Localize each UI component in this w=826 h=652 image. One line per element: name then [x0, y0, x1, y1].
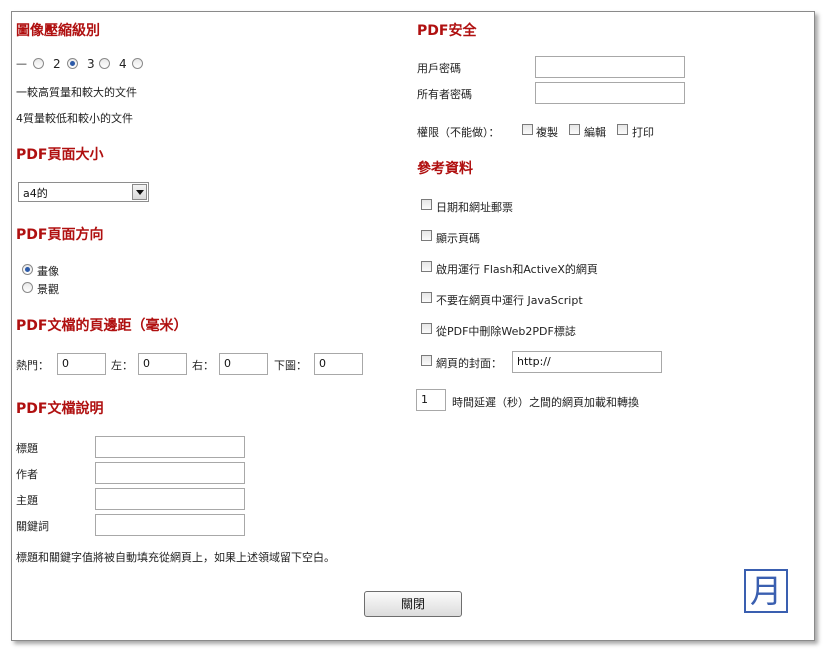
compression-note-high: 一較高質量和較大的文件: [16, 86, 137, 99]
compression-radio-1[interactable]: [33, 58, 44, 69]
compression-radio-2[interactable]: [67, 58, 78, 69]
stamp-checkbox[interactable]: [421, 199, 432, 210]
security-heading: PDF安全: [417, 23, 477, 39]
permission-edit-checkbox[interactable]: [569, 124, 580, 135]
compression-level-4-label: 4: [119, 57, 127, 71]
page-size-heading: PDF頁面大小: [16, 147, 104, 163]
margin-left-label: 左：: [111, 359, 133, 372]
page-size-select[interactable]: a4的: [18, 182, 149, 202]
web2pdf-logo: 月: [744, 569, 788, 613]
delay-label: 時間延遲（秒）之間的網頁加載和轉換: [452, 396, 639, 409]
cover-page-label: 網頁的封面：: [436, 357, 502, 370]
permission-edit-label: 編輯: [584, 126, 606, 139]
javascript-label: 不要在網頁中運行 JavaScript: [436, 294, 583, 307]
margin-top-input[interactable]: 0: [57, 353, 106, 375]
user-password-label: 用戶密碼: [417, 62, 461, 75]
title-field-label: 標題: [16, 442, 38, 455]
keywords-input[interactable]: [95, 514, 245, 536]
javascript-checkbox[interactable]: [421, 292, 432, 303]
close-button[interactable]: 關閉: [364, 591, 462, 617]
orientation-radio-landscape[interactable]: [22, 282, 33, 293]
margin-bottom-input[interactable]: 0: [314, 353, 363, 375]
permission-print-label: 打印: [632, 126, 654, 139]
cover-page-url-input[interactable]: http://: [512, 351, 662, 373]
orientation-landscape-label: 景觀: [37, 283, 59, 296]
subject-input[interactable]: [95, 488, 245, 510]
orientation-portrait-label: 畫像: [37, 265, 59, 278]
page-numbers-label: 顯示頁碼: [436, 232, 480, 245]
user-password-input[interactable]: [535, 56, 685, 78]
chevron-down-icon[interactable]: [132, 184, 147, 200]
margin-top-label: 熱門：: [16, 359, 49, 372]
compression-note-low: 4質量較低和較小的文件: [16, 112, 133, 125]
permission-copy-label: 複製: [536, 126, 558, 139]
compression-heading: 圖像壓縮級別: [16, 23, 100, 39]
remove-logo-checkbox[interactable]: [421, 323, 432, 334]
keywords-field-label: 關鍵詞: [16, 520, 49, 533]
margins-heading: PDF文檔的頁邊距（毫米）: [16, 318, 188, 334]
permission-copy-checkbox[interactable]: [522, 124, 533, 135]
compression-radio-3[interactable]: [99, 58, 110, 69]
delay-input[interactable]: 1: [416, 389, 446, 411]
compression-dash: —: [16, 57, 27, 70]
references-heading: 參考資料: [417, 161, 473, 177]
author-field-label: 作者: [16, 468, 38, 481]
flash-checkbox[interactable]: [421, 261, 432, 272]
margin-right-label: 右：: [192, 359, 214, 372]
author-input[interactable]: [95, 462, 245, 484]
stamp-label: 日期和網址郵票: [436, 201, 513, 214]
margin-bottom-label: 下圖：: [274, 359, 307, 372]
page-numbers-checkbox[interactable]: [421, 230, 432, 241]
description-note: 標題和關鍵字值將被自動填充從網頁上，如果上述領域留下空白。: [16, 551, 335, 564]
permissions-label: 權限（不能做）：: [417, 126, 500, 139]
owner-password-label: 所有者密碼: [417, 88, 472, 101]
orientation-heading: PDF頁面方向: [16, 227, 104, 243]
margin-right-input[interactable]: 0: [219, 353, 268, 375]
remove-logo-label: 從PDF中刪除Web2PDF標誌: [436, 325, 576, 338]
margin-left-input[interactable]: 0: [138, 353, 187, 375]
compression-radio-4[interactable]: [132, 58, 143, 69]
cover-page-checkbox[interactable]: [421, 355, 432, 366]
title-input[interactable]: [95, 436, 245, 458]
page-size-value: a4的: [23, 187, 48, 200]
description-heading: PDF文檔說明: [16, 401, 104, 417]
flash-label: 啟用運行 Flash和ActiveX的網頁: [436, 263, 598, 276]
compression-level-3-label: 3: [87, 57, 95, 71]
subject-field-label: 主題: [16, 494, 38, 507]
permission-print-checkbox[interactable]: [617, 124, 628, 135]
owner-password-input[interactable]: [535, 82, 685, 104]
settings-panel: 圖像壓縮級別 — 2 3 4 一較高質量和較大的文件 4質量較低和較小的文件 P…: [11, 11, 815, 641]
orientation-radio-portrait[interactable]: [22, 264, 33, 275]
compression-level-2-label: 2: [53, 57, 61, 71]
